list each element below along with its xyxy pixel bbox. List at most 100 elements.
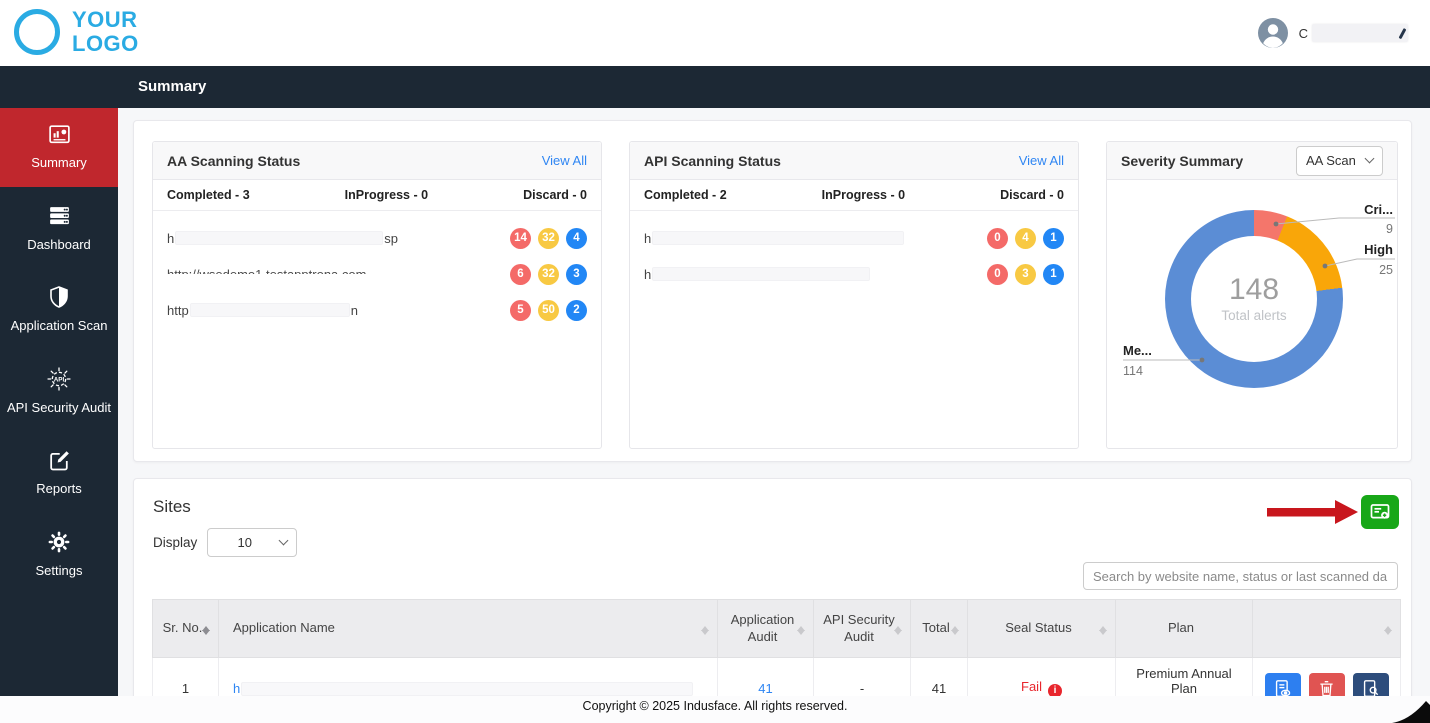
user-name-redaction — [1312, 24, 1408, 42]
url-fragment: sp — [384, 230, 398, 246]
medium-badge: 3 — [566, 263, 587, 285]
sort-icon[interactable] — [701, 622, 710, 637]
high-badge: 32 — [538, 227, 559, 249]
medium-badge: 1 — [1043, 227, 1064, 249]
card-title: API Scanning Status — [644, 152, 781, 169]
corner-swoosh-annotation — [1392, 701, 1430, 723]
card-header: AA Scanning Status View All — [153, 142, 601, 180]
critical-badge: 5 — [510, 299, 531, 321]
card-title: AA Scanning Status — [167, 152, 301, 169]
column-header-actions[interactable] — [1252, 599, 1401, 658]
application-name-link[interactable]: h — [233, 680, 694, 697]
summary-report-icon — [46, 121, 72, 147]
severity-summary-card: Severity Summary AA Scan 148 Total alert… — [1106, 141, 1398, 449]
card-header: API Scanning Status View All — [630, 142, 1078, 180]
high-callout-value: 25 — [1379, 263, 1393, 277]
add-site-button[interactable] — [1361, 495, 1399, 529]
medium-badge: 4 — [566, 227, 587, 249]
sidebar-item-reports[interactable]: Reports — [0, 434, 118, 513]
list-item: h sp 14 32 4 — [167, 227, 587, 249]
select-value: 10 — [237, 535, 252, 550]
sites-search-input[interactable] — [1083, 562, 1398, 590]
total-alerts-label: Total alerts — [1221, 308, 1287, 323]
scan-url[interactable]: http n — [167, 303, 358, 318]
logo-ring-icon — [14, 9, 60, 55]
alert-badges: 6 32 3 — [510, 263, 587, 285]
medium-badge: 1 — [1043, 263, 1064, 285]
column-header-plan[interactable]: Plan — [1115, 599, 1253, 658]
total-alerts-value: 148 — [1228, 273, 1280, 306]
sort-icon[interactable] — [797, 622, 806, 637]
aa-stats-row: Completed - 3 InProgress - 0 Discard - 0 — [153, 180, 601, 211]
api-completed-stat: Completed - 2 — [644, 188, 727, 202]
medium-badge: 2 — [566, 299, 587, 321]
api-view-all-link[interactable]: View All — [1019, 153, 1064, 168]
api-inprogress-stat: InProgress - 0 — [821, 188, 906, 202]
card-header: Severity Summary AA Scan — [1107, 142, 1397, 180]
plan-line1: Premium Annual Plan — [1136, 666, 1232, 696]
column-header-application-name[interactable]: Application Name — [218, 599, 718, 658]
logo[interactable]: YOUR LOGO — [72, 7, 139, 57]
sort-icon[interactable] — [1099, 622, 1108, 637]
url-fragment: h — [644, 266, 652, 282]
chevron-down-icon — [278, 535, 289, 546]
critical-callout-label: Cri... — [1364, 202, 1393, 217]
card-title: Severity Summary — [1121, 152, 1244, 169]
api-stats-row: Completed - 2 InProgress - 0 Discard - 0 — [630, 180, 1078, 211]
chevron-down-icon — [1364, 153, 1375, 164]
sidebar-item-label: Reports — [36, 481, 82, 497]
copyright-text: Copyright © 2025 Indusface. All rights r… — [582, 699, 848, 713]
sidebar: Summary Dashboard Application Scan API A… — [0, 108, 118, 723]
sidebar-item-application-scan[interactable]: Application Scan — [0, 271, 118, 350]
url-fragment: h — [167, 230, 175, 246]
sidebar-item-label: Application Scan — [10, 318, 108, 334]
column-header-application-audit[interactable]: Application Audit — [717, 599, 814, 658]
user-avatar-icon[interactable] — [1257, 17, 1289, 49]
application-audit-count-link[interactable]: 41 — [758, 681, 772, 696]
scan-url[interactable]: h — [644, 231, 905, 246]
logo-line2: LOGO — [72, 31, 139, 57]
high-badge: 3 — [1015, 263, 1036, 285]
scan-url[interactable]: h — [644, 267, 871, 282]
sidebar-item-api-security-audit[interactable]: API API Security Audit — [0, 353, 118, 432]
display-count-select[interactable]: 10 — [207, 528, 298, 557]
column-header-api-security-audit[interactable]: API Security Audit — [813, 599, 911, 658]
severity-scan-type-select[interactable]: AA Scan — [1296, 145, 1383, 176]
critical-badge: 0 — [987, 263, 1008, 285]
sort-icon[interactable] — [1384, 622, 1393, 637]
page-titlebar: Summary — [0, 66, 1430, 108]
sort-icon[interactable] — [894, 622, 903, 637]
sort-icon[interactable] — [202, 622, 211, 637]
aa-scanning-status-card: AA Scanning Status View All Completed - … — [152, 141, 602, 449]
page-title: Summary — [138, 78, 207, 95]
high-badge: 4 — [1015, 227, 1036, 249]
url-fragment: h — [233, 680, 241, 696]
critical-badge: 14 — [510, 227, 531, 249]
aa-view-all-link[interactable]: View All — [542, 153, 587, 168]
list-item: h 0 3 1 — [644, 263, 1064, 285]
high-badge: 32 — [538, 263, 559, 285]
alert-badges: 0 4 1 — [987, 227, 1064, 249]
scan-url[interactable]: h sp — [167, 231, 398, 246]
sidebar-item-summary[interactable]: Summary — [0, 108, 118, 187]
url-fragment: h — [644, 230, 652, 246]
column-header-total[interactable]: Total — [910, 599, 968, 658]
top-header: YOUR LOGO C — [0, 0, 1430, 66]
critical-callout-value: 9 — [1386, 222, 1393, 236]
sidebar-item-settings[interactable]: Settings — [0, 516, 118, 595]
table-header-row: Sr. No. Application Name Application Aud… — [152, 599, 1401, 658]
column-header-sr-no[interactable]: Sr. No. — [152, 599, 219, 658]
sidebar-item-dashboard[interactable]: Dashboard — [0, 190, 118, 269]
list-item: h 0 4 1 — [644, 227, 1064, 249]
sort-icon[interactable] — [951, 622, 960, 637]
account-menu[interactable]: C — [1257, 17, 1408, 49]
severity-donut-center: 148 Total alerts — [1191, 236, 1317, 362]
scan-url[interactable]: http://wsedemo1.testapptrona.com — [165, 267, 422, 287]
column-header-seal-status[interactable]: Seal Status — [967, 599, 1116, 658]
aa-inprogress-stat: InProgress - 0 — [344, 188, 429, 202]
display-count-row: Display 10 — [153, 528, 298, 557]
select-value: AA Scan — [1306, 153, 1356, 168]
shield-icon — [46, 284, 72, 310]
sites-title: Sites — [153, 497, 191, 516]
severity-donut-ring[interactable]: 148 Total alerts — [1165, 210, 1343, 388]
